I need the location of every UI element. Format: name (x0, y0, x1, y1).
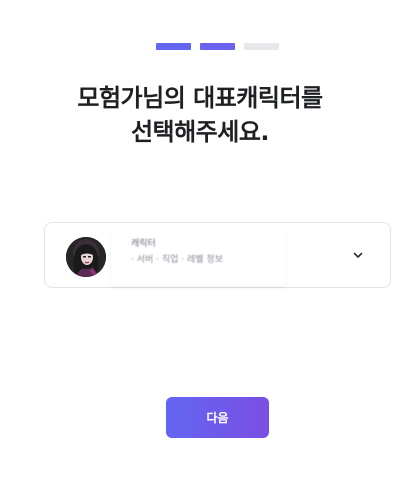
character-portrait-icon (66, 237, 106, 277)
progress-steps (156, 43, 279, 50)
character-avatar (66, 237, 106, 277)
character-detail: · 서버 · 직업 · 레벨 정보 (131, 255, 223, 265)
character-name: 캐릭터 (131, 239, 156, 249)
next-button[interactable]: 다음 (166, 397, 269, 438)
chevron-down-icon[interactable] (351, 248, 365, 262)
progress-step-3 (244, 43, 279, 50)
page-title: 모험가님의 대표캐릭터를 선택해주세요. (0, 81, 400, 149)
character-select-page: 모험가님의 대표캐릭터를 선택해주세요. 캐릭터 · 서버 · 직업 · 레벨 … (0, 0, 400, 484)
progress-step-2 (200, 43, 235, 50)
character-dropdown[interactable]: 캐릭터 · 서버 · 직업 · 레벨 정보 (44, 222, 391, 288)
progress-step-1 (156, 43, 191, 50)
page-title-line-1: 모험가님의 대표캐릭터를 (77, 84, 323, 112)
character-info: 캐릭터 · 서버 · 직업 · 레벨 정보 (111, 232, 285, 286)
page-title-line-2: 선택해주세요. (130, 118, 270, 146)
